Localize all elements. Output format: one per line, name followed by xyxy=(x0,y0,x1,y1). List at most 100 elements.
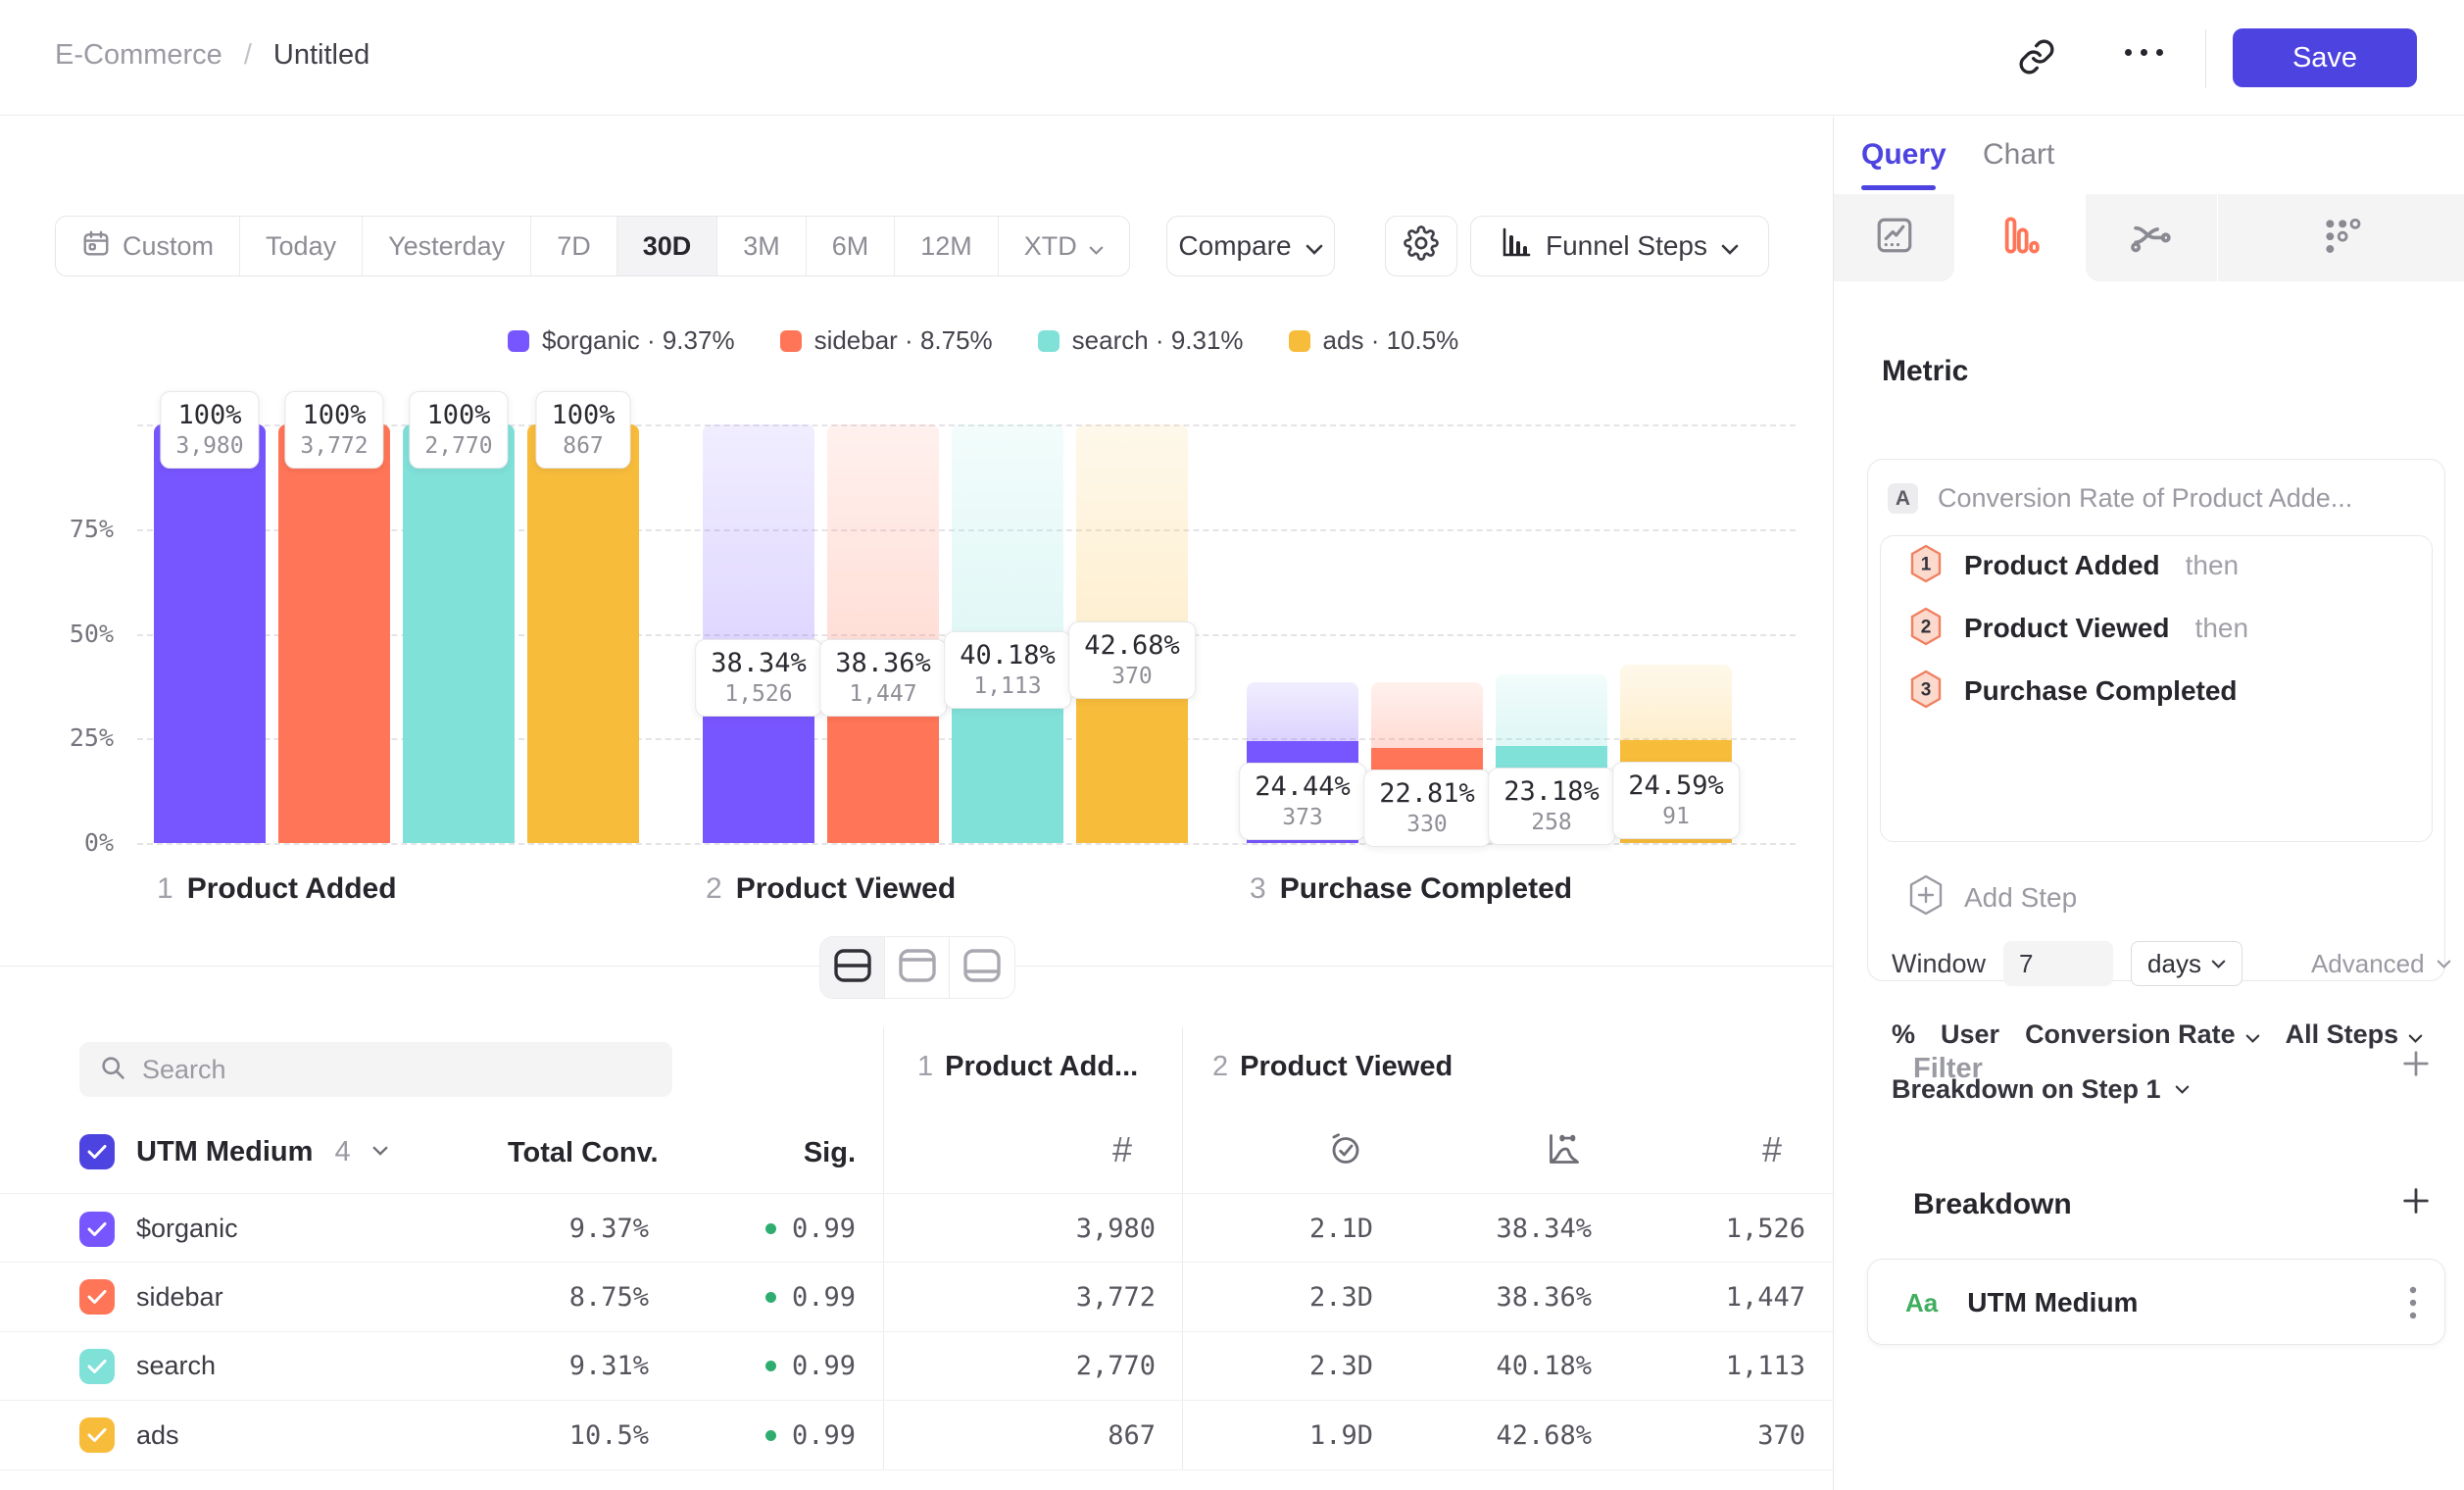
view-chart-only-button[interactable] xyxy=(885,937,950,998)
funnel-bar-ads-step1[interactable] xyxy=(527,424,639,843)
metric-step-2[interactable]: 2Product Viewedthen xyxy=(1907,609,2248,648)
select-all-checkbox[interactable] xyxy=(79,1134,115,1169)
then-connector: then xyxy=(2186,550,2240,581)
report-tab-funnels-active[interactable] xyxy=(1954,194,2086,281)
row-checkbox[interactable] xyxy=(79,1279,115,1315)
step2-time-to-convert: 2.1D xyxy=(1118,1194,1373,1264)
bar-pct-value: 24.44% xyxy=(1255,770,1351,804)
metric-step-name: Purchase Completed xyxy=(1964,675,2238,707)
bar-value-label[interactable]: 40.18%1,113 xyxy=(944,631,1071,709)
row-checkbox[interactable] xyxy=(79,1212,115,1247)
chevron-down-icon[interactable] xyxy=(372,1143,388,1161)
save-button[interactable]: Save xyxy=(2233,28,2417,87)
table-row-organic[interactable]: $organic9.37%0.993,9802.1D38.34%1,526 xyxy=(0,1193,1833,1263)
measure-row-content: %UserConversion RateAll Steps xyxy=(1892,1019,2423,1050)
y-axis-tick: 50% xyxy=(45,620,114,648)
row-checkbox[interactable] xyxy=(79,1417,115,1453)
bar-value-label[interactable]: 38.34%1,526 xyxy=(695,639,822,717)
conversion-window-row: Window days Advanced xyxy=(1892,941,2451,986)
funnel-bar-search-step1[interactable] xyxy=(403,424,515,843)
time-to-convert-icon[interactable] xyxy=(1328,1131,1363,1171)
count-metric-icon[interactable]: # xyxy=(1112,1129,1132,1170)
breakdown-item-card[interactable]: Aa UTM Medium xyxy=(1867,1259,2445,1345)
bar-value-label[interactable]: 24.44%373 xyxy=(1239,763,1366,840)
bar-count-value: 330 xyxy=(1379,811,1475,839)
significance: 0.99 xyxy=(601,1331,856,1401)
more-menu-button[interactable] xyxy=(2125,49,2163,56)
step2-time-to-convert: 1.9D xyxy=(1118,1401,1373,1470)
measure-row: % xyxy=(1892,878,1915,909)
step1-count: 867 xyxy=(901,1401,1156,1470)
segment-label: $organic xyxy=(136,1214,238,1244)
step-name: Product Viewed xyxy=(736,872,957,905)
report-tab-insights[interactable] xyxy=(1834,194,1954,281)
bar-value-label[interactable]: 23.18%258 xyxy=(1488,768,1615,845)
bar-pct-value: 100% xyxy=(551,399,615,432)
table-row-search[interactable]: search9.31%0.992,7702.3D40.18%1,113 xyxy=(0,1331,1833,1401)
conversion-rate-metric-icon[interactable] xyxy=(1547,1131,1582,1171)
add-step-row[interactable]: Add Step xyxy=(1907,874,2077,920)
bar-value-label[interactable]: 24.59%91 xyxy=(1612,762,1740,839)
kebab-menu-icon[interactable] xyxy=(2409,1285,2417,1325)
bar-count-value: 1,113 xyxy=(960,672,1056,701)
metric-step-1[interactable]: 1Product Addedthen xyxy=(1907,546,2239,585)
report-tab-flows[interactable] xyxy=(2086,194,2217,281)
step2-count-value: 370 xyxy=(1757,1420,1805,1451)
breakdown-column-label[interactable]: UTM Medium xyxy=(136,1136,313,1168)
bar-value-label[interactable]: 38.36%1,447 xyxy=(819,639,947,717)
metric-series-row[interactable]: A Conversion Rate of Product Adde... xyxy=(1888,483,2352,514)
significance-value: 0.99 xyxy=(792,1351,856,1381)
copy-link-button[interactable] xyxy=(2017,37,2056,79)
step-number-hexagon-badge: 3 xyxy=(1907,669,1945,715)
measure-metric-dropdown[interactable]: Conversion Rate xyxy=(2025,1019,2260,1050)
table-group-header-step2: 2Product Viewed xyxy=(1212,1051,1453,1083)
step-axis-label-2: 2Product Viewed xyxy=(706,872,956,906)
row-label-cell: ads xyxy=(79,1401,179,1470)
funnel-bar-organic-step1[interactable] xyxy=(154,424,266,843)
table-search xyxy=(79,1042,672,1097)
panel-divider xyxy=(1833,117,1834,1490)
metric-step-3[interactable]: 3Purchase Completed xyxy=(1907,671,2238,711)
funnel-drop-off-ads-step3 xyxy=(1620,665,1732,740)
bar-value-label[interactable]: 100%3,980 xyxy=(160,391,259,469)
breakdown-on-step-label: Breakdown on Step 1 xyxy=(1892,1074,2161,1105)
step-number: 3 xyxy=(1250,872,1266,905)
search-input[interactable] xyxy=(142,1055,613,1085)
report-tab-retention[interactable] xyxy=(2218,194,2464,281)
total-conv-column-header[interactable]: Total Conv. xyxy=(508,1137,649,1169)
measure-entity[interactable]: User xyxy=(1941,1019,1999,1050)
count-metric-icon[interactable]: # xyxy=(1762,1129,1782,1170)
step2-time-to-convert: 2.3D xyxy=(1118,1263,1373,1332)
table-row-ads[interactable]: ads10.5%0.998671.9D42.68%370 xyxy=(0,1401,1833,1470)
bar-value-label[interactable]: 100%867 xyxy=(535,391,630,469)
significance-value: 0.99 xyxy=(792,1420,856,1451)
bar-value-label[interactable]: 22.81%330 xyxy=(1363,770,1491,847)
bar-value-label[interactable]: 100%2,770 xyxy=(409,391,508,469)
add-filter-button[interactable] xyxy=(2399,1047,2433,1085)
window-unit-select[interactable]: days xyxy=(2131,941,2242,986)
bar-value-label[interactable]: 42.68%370 xyxy=(1068,621,1196,699)
topbar-divider xyxy=(2205,29,2206,88)
sig-column-header[interactable]: Sig. xyxy=(758,1137,856,1169)
window-value-input[interactable] xyxy=(2003,941,2113,986)
breakdown-on-step-dropdown[interactable]: Breakdown on Step 1 xyxy=(1892,1074,2190,1105)
add-breakdown-button[interactable] xyxy=(2399,1184,2433,1222)
measure-scope-dropdown[interactable]: All Steps xyxy=(2286,1019,2424,1050)
table-row-sidebar[interactable]: sidebar8.75%0.993,7722.3D38.36%1,447 xyxy=(0,1263,1833,1332)
metric-step-name: Product Viewed xyxy=(1964,613,2170,644)
step-axis-label-3: 3Purchase Completed xyxy=(1250,872,1572,906)
advanced-dropdown[interactable]: Advanced xyxy=(2311,949,2451,979)
view-split-button[interactable] xyxy=(820,937,885,998)
step2-count-value: 1,526 xyxy=(1726,1214,1805,1244)
bar-value-label[interactable]: 100%3,772 xyxy=(284,391,383,469)
bar-count-value: 3,772 xyxy=(300,432,368,461)
bar-pct-value: 100% xyxy=(300,399,368,432)
tab-query[interactable]: Query xyxy=(1861,138,1947,172)
tab-chart[interactable]: Chart xyxy=(1983,138,2054,172)
flows-report-icon xyxy=(2130,214,2173,262)
view-table-only-button[interactable] xyxy=(950,937,1014,998)
funnel-bar-sidebar-step1[interactable] xyxy=(278,424,390,843)
row-checkbox[interactable] xyxy=(79,1349,115,1384)
add-step-label: Add Step xyxy=(1964,882,2077,914)
bar-pct-value: 24.59% xyxy=(1628,770,1724,803)
